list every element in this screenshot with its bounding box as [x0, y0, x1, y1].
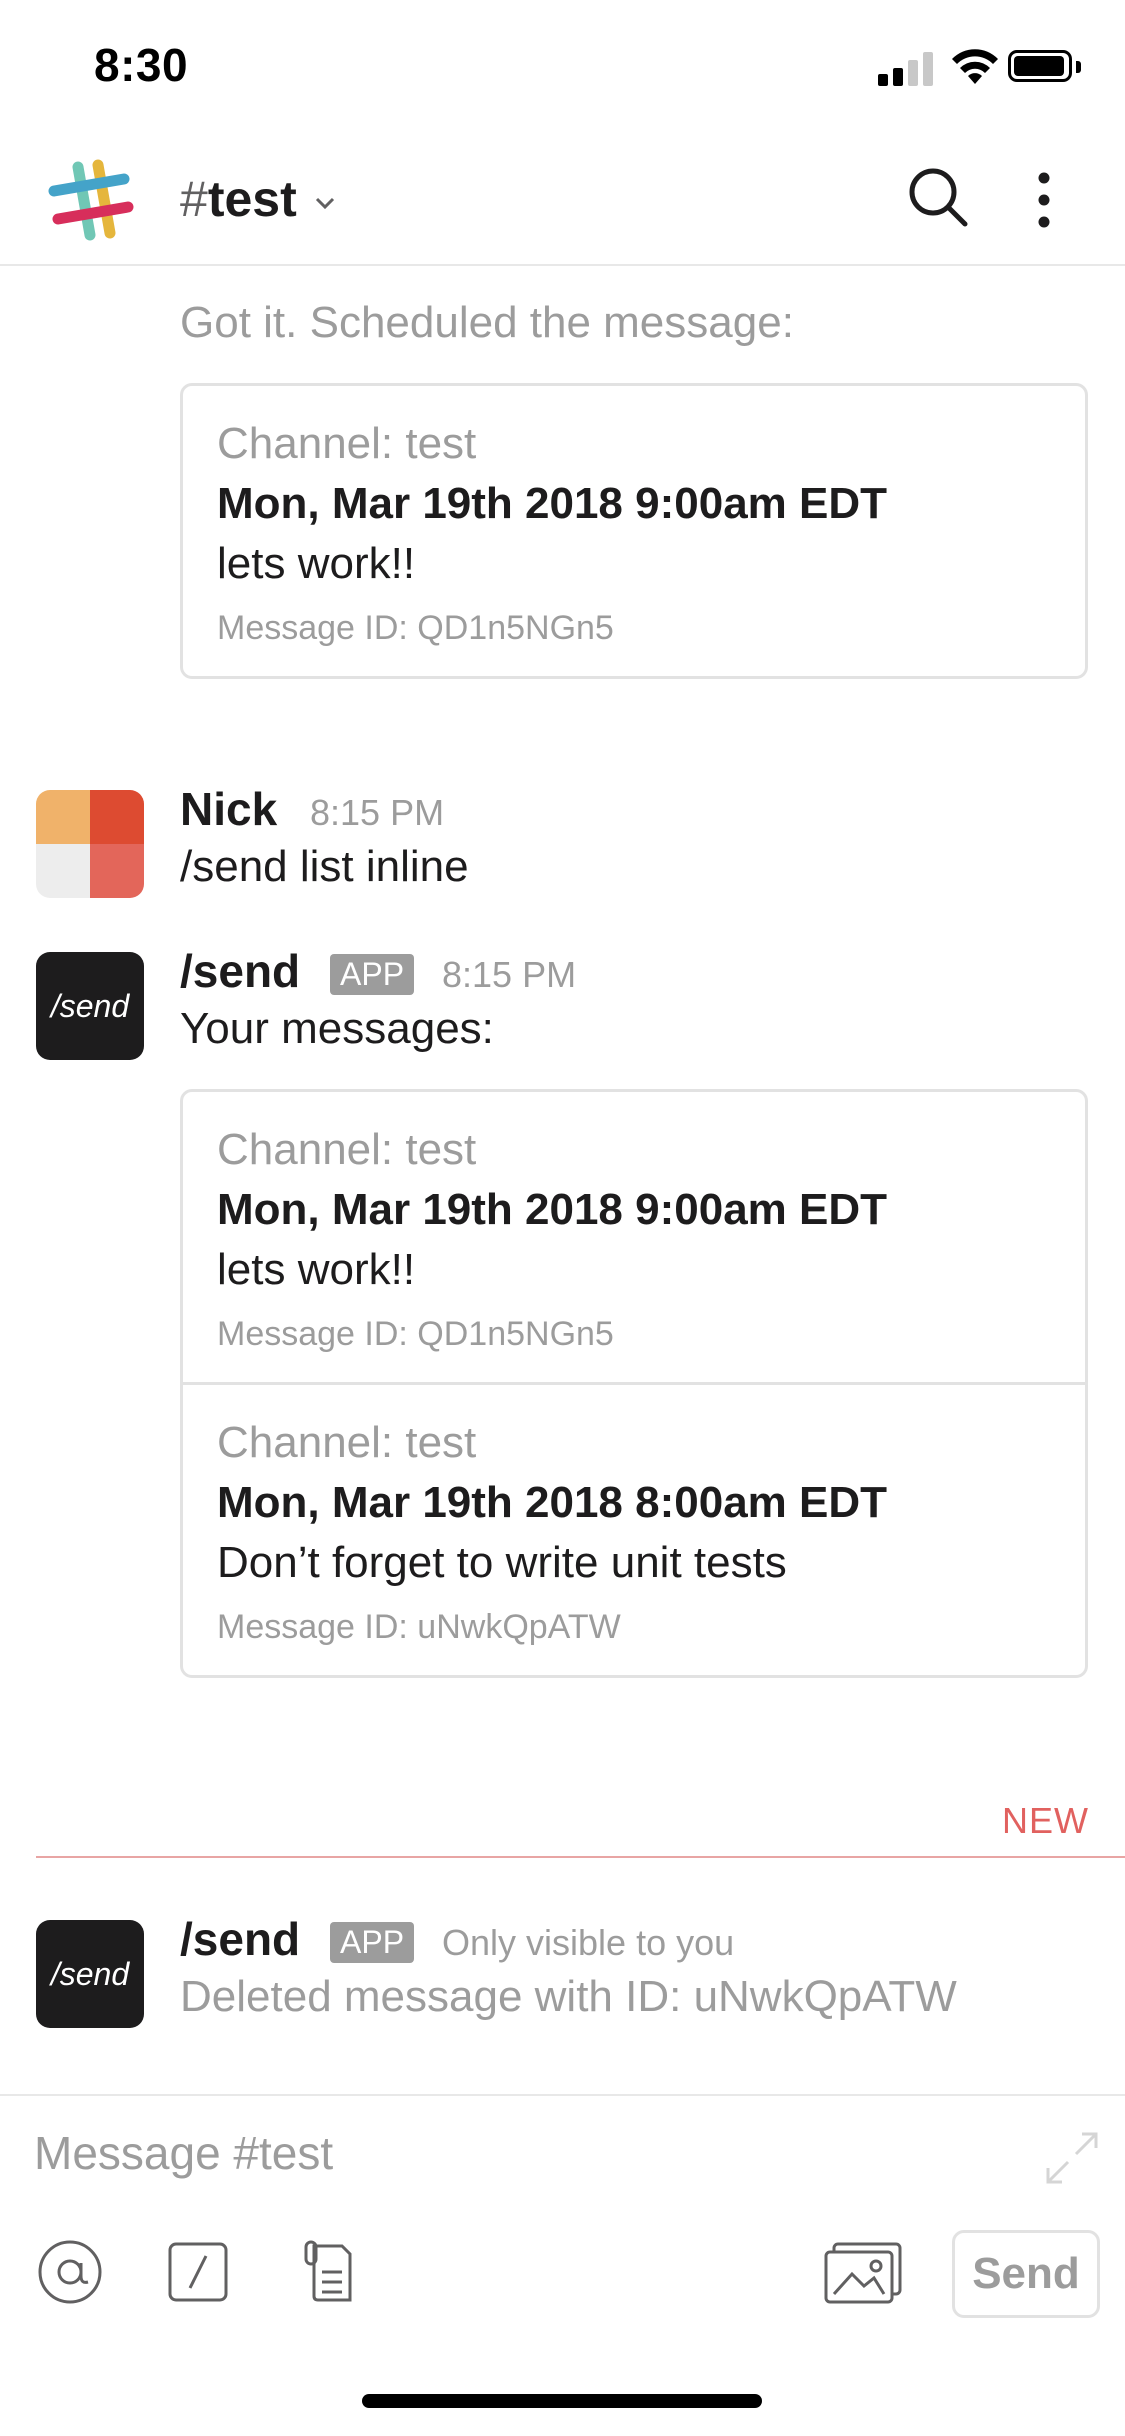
- composer-divider: [0, 2094, 1125, 2096]
- card-message-id: Message ID: QD1n5NGn5: [217, 1315, 614, 1353]
- app-badge: APP: [330, 954, 415, 995]
- card-channel: Channel: test: [217, 419, 477, 468]
- card-date: Mon, Mar 19th 2018 9:00am EDT: [217, 1185, 888, 1234]
- app-badge: APP: [330, 1922, 415, 1963]
- message-text: Your messages:: [180, 1004, 494, 1053]
- avatar-label: /send: [50, 1955, 130, 1992]
- channel-title[interactable]: #test: [180, 170, 297, 228]
- search-icon[interactable]: [905, 164, 971, 230]
- card-text: lets work!!: [217, 539, 416, 588]
- sender-name[interactable]: Nick: [180, 782, 277, 836]
- card-text: Don’t forget to write unit tests: [217, 1538, 787, 1587]
- file-icon[interactable]: [294, 2236, 366, 2308]
- at-icon[interactable]: [34, 2236, 106, 2308]
- new-messages-divider: [36, 1856, 1125, 1858]
- more-vertical-icon[interactable]: [1030, 168, 1058, 232]
- send-button[interactable]: Send: [952, 2230, 1100, 2318]
- photo-icon[interactable]: [822, 2236, 906, 2308]
- message-list-card: Channel: test Mon, Mar 19th 2018 9:00am …: [180, 1089, 1088, 1678]
- avatar-label: /send: [50, 987, 130, 1024]
- card-message-id: Message ID: QD1n5NGn5: [217, 609, 614, 647]
- channel-name: test: [207, 171, 297, 227]
- card-item: Channel: test Mon, Mar 19th 2018 9:00am …: [183, 386, 1085, 676]
- sender-name[interactable]: /send: [180, 944, 300, 998]
- channel-hash: #: [180, 171, 208, 227]
- avatar[interactable]: [36, 790, 144, 898]
- chevron-down-icon[interactable]: [312, 190, 338, 216]
- home-indicator[interactable]: [362, 2394, 762, 2408]
- new-messages-label: NEW: [1002, 1800, 1089, 1841]
- message-text: Deleted message with ID: uNwkQpATW: [180, 1972, 957, 2021]
- card-channel: Channel: test: [217, 1418, 477, 1467]
- scheduled-confirmation-text: Got it. Scheduled the message:: [180, 298, 794, 347]
- card-text: lets work!!: [217, 1245, 416, 1294]
- message-input[interactable]: Message #test: [34, 2126, 333, 2180]
- message-timestamp: 8:15 PM: [442, 954, 577, 995]
- slash-command-icon[interactable]: [162, 2236, 234, 2308]
- scheduled-message-card: Channel: test Mon, Mar 19th 2018 9:00am …: [180, 383, 1088, 679]
- avatar[interactable]: /send: [36, 1920, 144, 2028]
- card-date: Mon, Mar 19th 2018 8:00am EDT: [217, 1478, 888, 1527]
- card-date: Mon, Mar 19th 2018 9:00am EDT: [217, 479, 888, 528]
- avatar[interactable]: /send: [36, 952, 144, 1060]
- wifi-icon: [952, 49, 998, 84]
- message-text: /send list inline: [180, 842, 469, 891]
- slack-logo-icon[interactable]: [46, 157, 134, 245]
- battery-icon: [1008, 50, 1084, 86]
- status-time: 8:30: [94, 39, 189, 91]
- sender-name[interactable]: /send: [180, 1912, 300, 1966]
- message-timestamp: 8:15 PM: [310, 792, 445, 833]
- visibility-note: Only visible to you: [442, 1922, 735, 1963]
- expand-icon[interactable]: [1044, 2130, 1100, 2186]
- card-message-id: Message ID: uNwkQpATW: [217, 1608, 621, 1646]
- card-channel: Channel: test: [217, 1125, 477, 1174]
- card-item: Channel: test Mon, Mar 19th 2018 9:00am …: [183, 1092, 1085, 1382]
- card-item: Channel: test Mon, Mar 19th 2018 8:00am …: [183, 1382, 1085, 1675]
- cellular-signal-icon: [878, 50, 936, 86]
